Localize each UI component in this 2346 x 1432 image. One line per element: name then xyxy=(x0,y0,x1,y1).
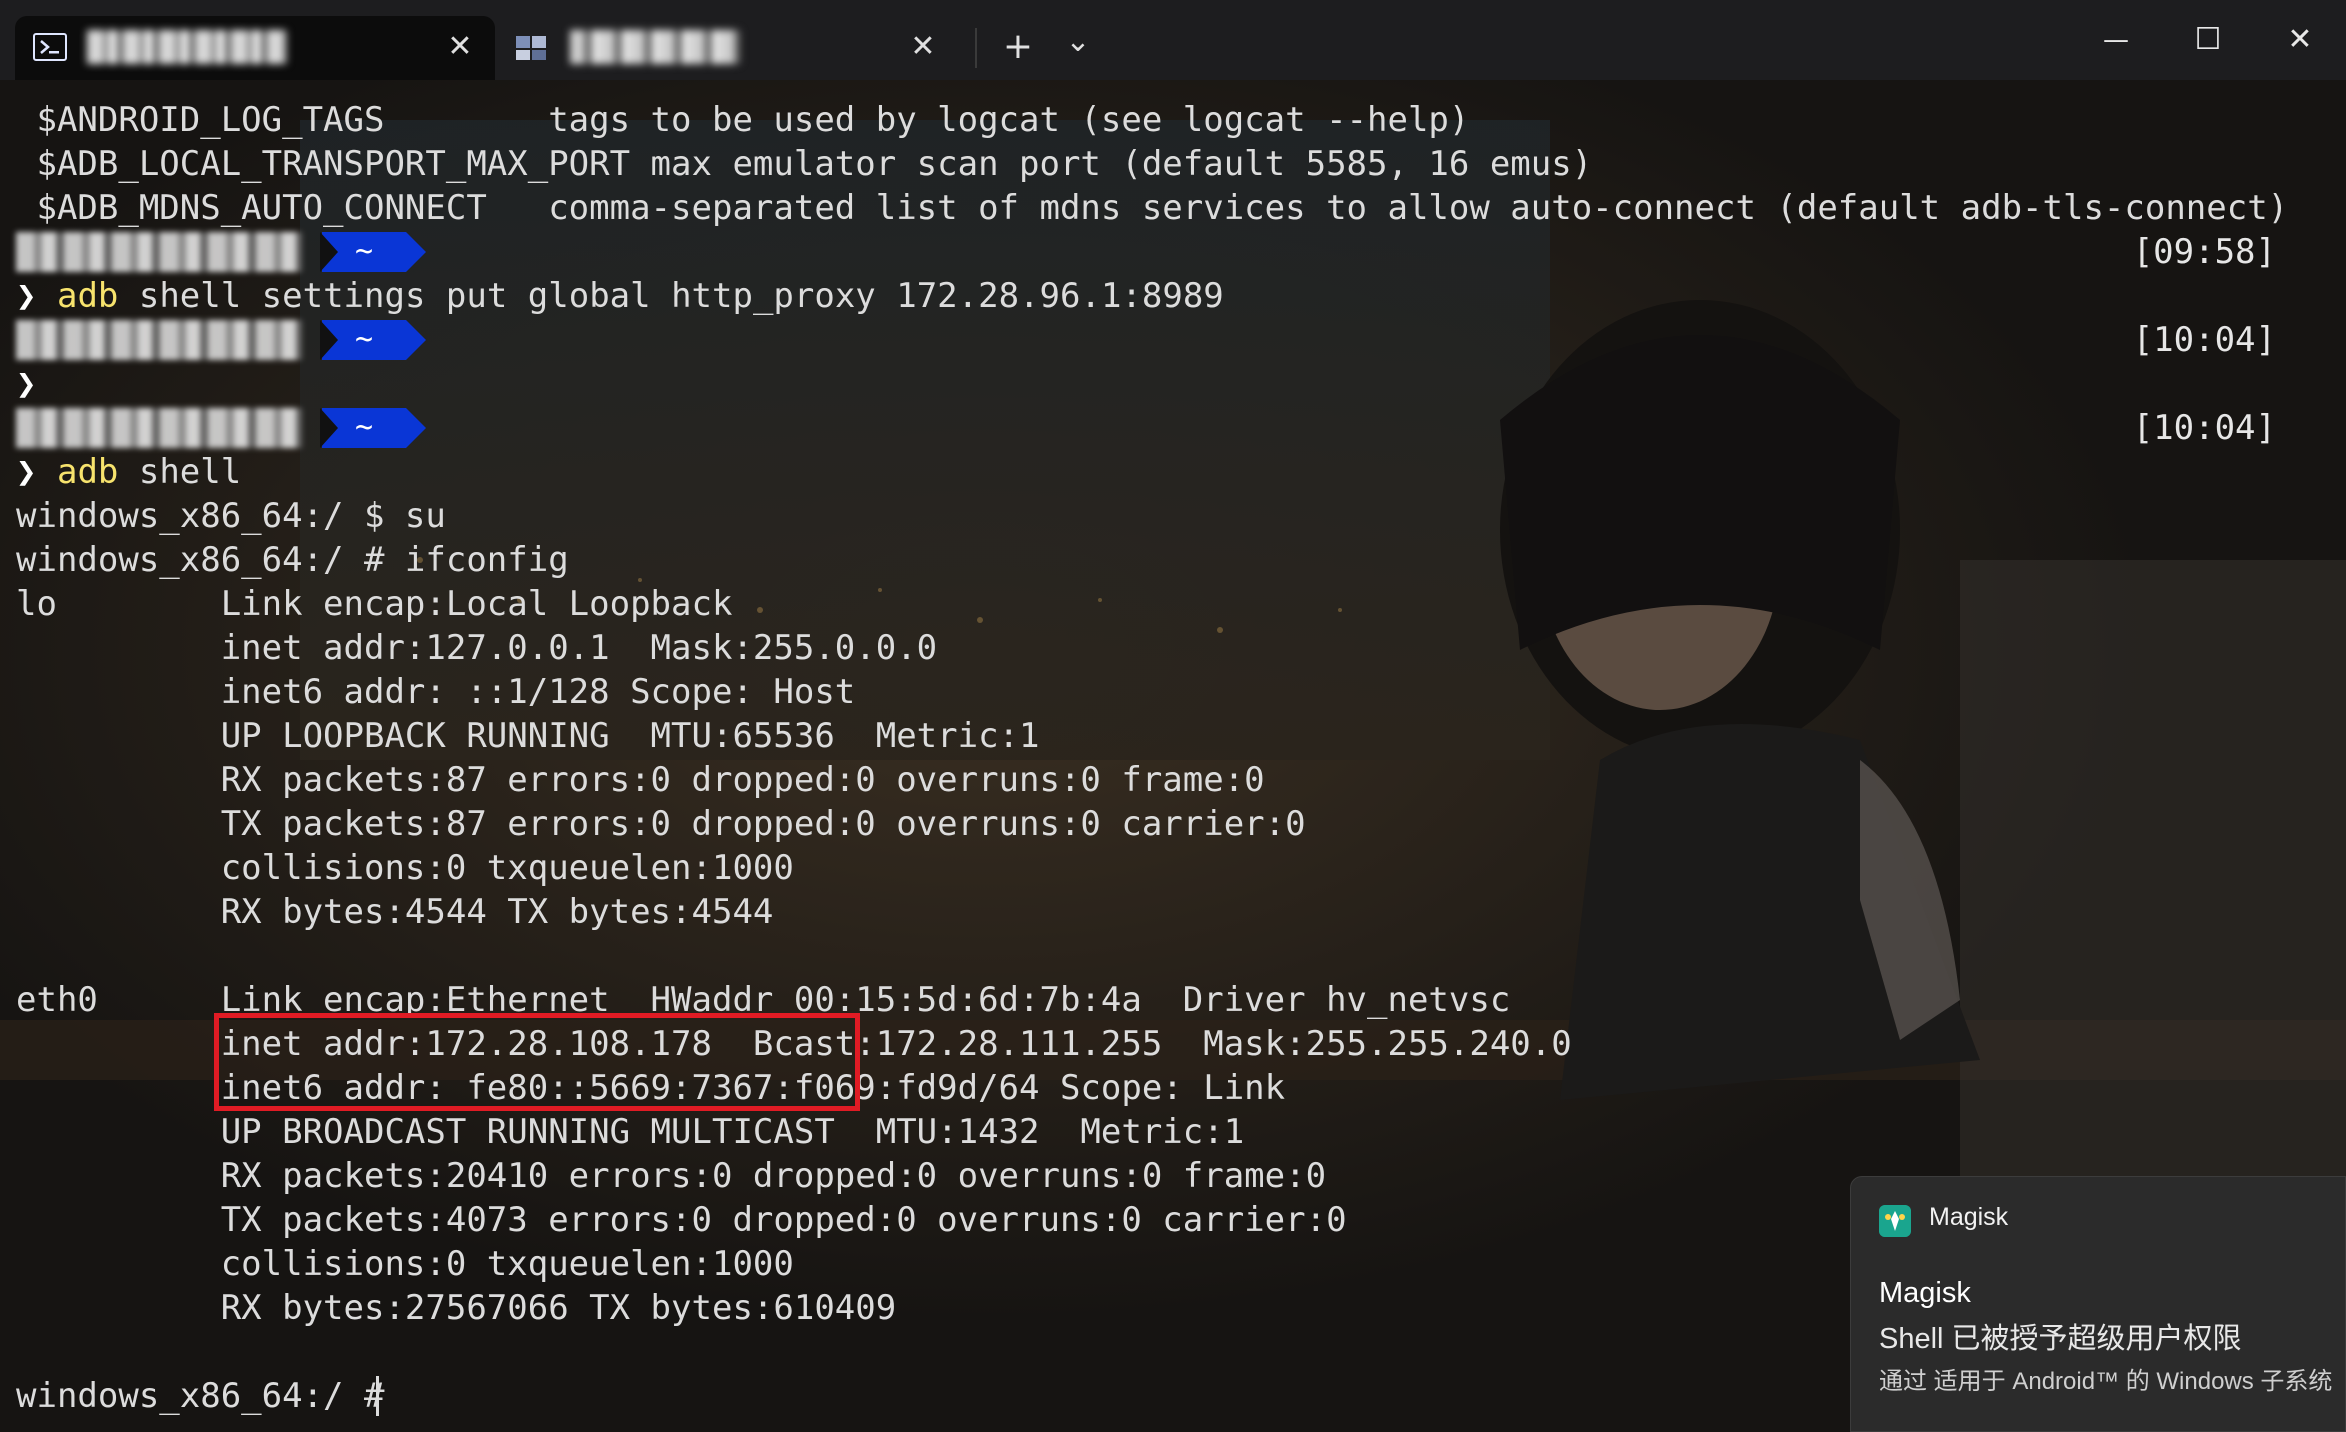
toast-source: 通过 适用于 Android™ 的 Windows 子系统 xyxy=(1879,1368,2333,1395)
help-line: $ADB_LOCAL_TRANSPORT_MAX_PORT max emulat… xyxy=(16,144,1593,184)
prompt-user-host-redacted xyxy=(16,408,302,448)
magisk-notification-toast[interactable]: Magisk Magisk Shell 已被授予超级用户权限 通过 适用于 An… xyxy=(1850,1176,2346,1432)
powershell-icon xyxy=(33,33,67,61)
output-line: inet addr:127.0.0.1 Mask:255.0.0.0 xyxy=(16,628,938,668)
output-line: UP BROADCAST RUNNING MULTICAST MTU:1432 … xyxy=(16,1112,1245,1152)
tab-title: ▓▓▓▓▓▓▓ xyxy=(570,30,740,64)
prompt-arrow: ❯ xyxy=(16,452,37,492)
output-line: collisions:0 txqueuelen:1000 xyxy=(16,1244,794,1284)
output-line: RX bytes:27567066 TX bytes:610409 xyxy=(16,1288,897,1328)
toast-message: Shell 已被授予超级用户权限 xyxy=(1879,1323,2242,1355)
command-name: adb xyxy=(56,452,119,492)
command-line: ❯ adb shell settings put global http_pro… xyxy=(16,274,1224,318)
output-line: TX packets:4073 errors:0 dropped:0 overr… xyxy=(16,1200,1347,1240)
minimize-button[interactable]: — xyxy=(2084,14,2148,66)
tab-separator xyxy=(975,28,977,68)
tab-second[interactable]: ▓▓▓▓▓▓▓ ✕ xyxy=(496,16,958,80)
output-line: RX bytes:4544 TX bytes:4544 xyxy=(16,892,774,932)
output-line: windows_x86_64:/ $ su xyxy=(16,496,446,536)
prompt-arrow: ❯ xyxy=(16,276,37,316)
prompt-path-segment: ~ xyxy=(320,320,426,360)
tab-close-icon[interactable]: ✕ xyxy=(443,30,477,64)
magisk-app-icon xyxy=(1879,1205,1911,1237)
terminal-profile-icon xyxy=(516,36,546,60)
output-line: RX packets:20410 errors:0 dropped:0 over… xyxy=(16,1156,1327,1196)
output-line: lo Link encap:Local Loopback xyxy=(16,584,733,624)
output-line: inet6 addr: ::1/128 Scope: Host xyxy=(16,672,856,712)
command-line: ❯ xyxy=(16,362,36,406)
tab-title: ▓▓▓▓▓▓▓ xyxy=(87,30,287,64)
command-args: shell xyxy=(118,452,242,492)
prompt-timestamp: [09:58] xyxy=(2132,232,2276,272)
tab-close-icon[interactable]: ✕ xyxy=(906,30,940,64)
title-bar: ▓▓▓▓▓▓▓ ✕ ▓▓▓▓▓▓▓ ✕ + ⌄ — ☐ ✕ xyxy=(0,0,2346,80)
window-close-button[interactable]: ✕ xyxy=(2268,14,2332,66)
command-name: adb xyxy=(56,276,119,316)
output-line: TX packets:87 errors:0 dropped:0 overrun… xyxy=(16,804,1306,844)
prompt-timestamp: [10:04] xyxy=(2132,320,2276,360)
prompt-timestamp: [10:04] xyxy=(2132,408,2276,448)
new-tab-button[interactable]: + xyxy=(993,22,1043,72)
prompt-arrow: ❯ xyxy=(16,364,37,404)
tab-powershell[interactable]: ▓▓▓▓▓▓▓ ✕ xyxy=(15,16,495,80)
help-line: $ADB_MDNS_AUTO_CONNECT comma-separated l… xyxy=(16,188,2289,228)
output-line: windows_x86_64:/ # ifconfig xyxy=(16,540,569,580)
command-args: shell settings put global http_proxy 172… xyxy=(118,276,1224,316)
prompt-user-host-redacted xyxy=(16,232,302,272)
command-line: ❯ adb shell xyxy=(16,450,241,494)
text-cursor xyxy=(376,1376,379,1416)
toast-app-name: Magisk xyxy=(1929,1203,2009,1231)
prompt-path-segment: ~ xyxy=(320,408,426,448)
annotation-highlight-box xyxy=(214,1013,860,1111)
output-line: UP LOOPBACK RUNNING MTU:65536 Metric:1 xyxy=(16,716,1040,756)
output-line: collisions:0 txqueuelen:1000 xyxy=(16,848,794,888)
prompt-user-host-redacted xyxy=(16,320,302,360)
toast-title: Magisk xyxy=(1879,1277,1971,1309)
shell-prompt-line: windows_x86_64:/ # xyxy=(16,1376,405,1416)
maximize-button[interactable]: ☐ xyxy=(2176,14,2240,66)
tab-dropdown-chevron-down-icon[interactable]: ⌄ xyxy=(1053,22,1103,72)
prompt-path-segment: ~ xyxy=(320,232,426,272)
output-line: RX packets:87 errors:0 dropped:0 overrun… xyxy=(16,760,1265,800)
help-line: $ANDROID_LOG_TAGS tags to be used by log… xyxy=(16,100,1470,140)
